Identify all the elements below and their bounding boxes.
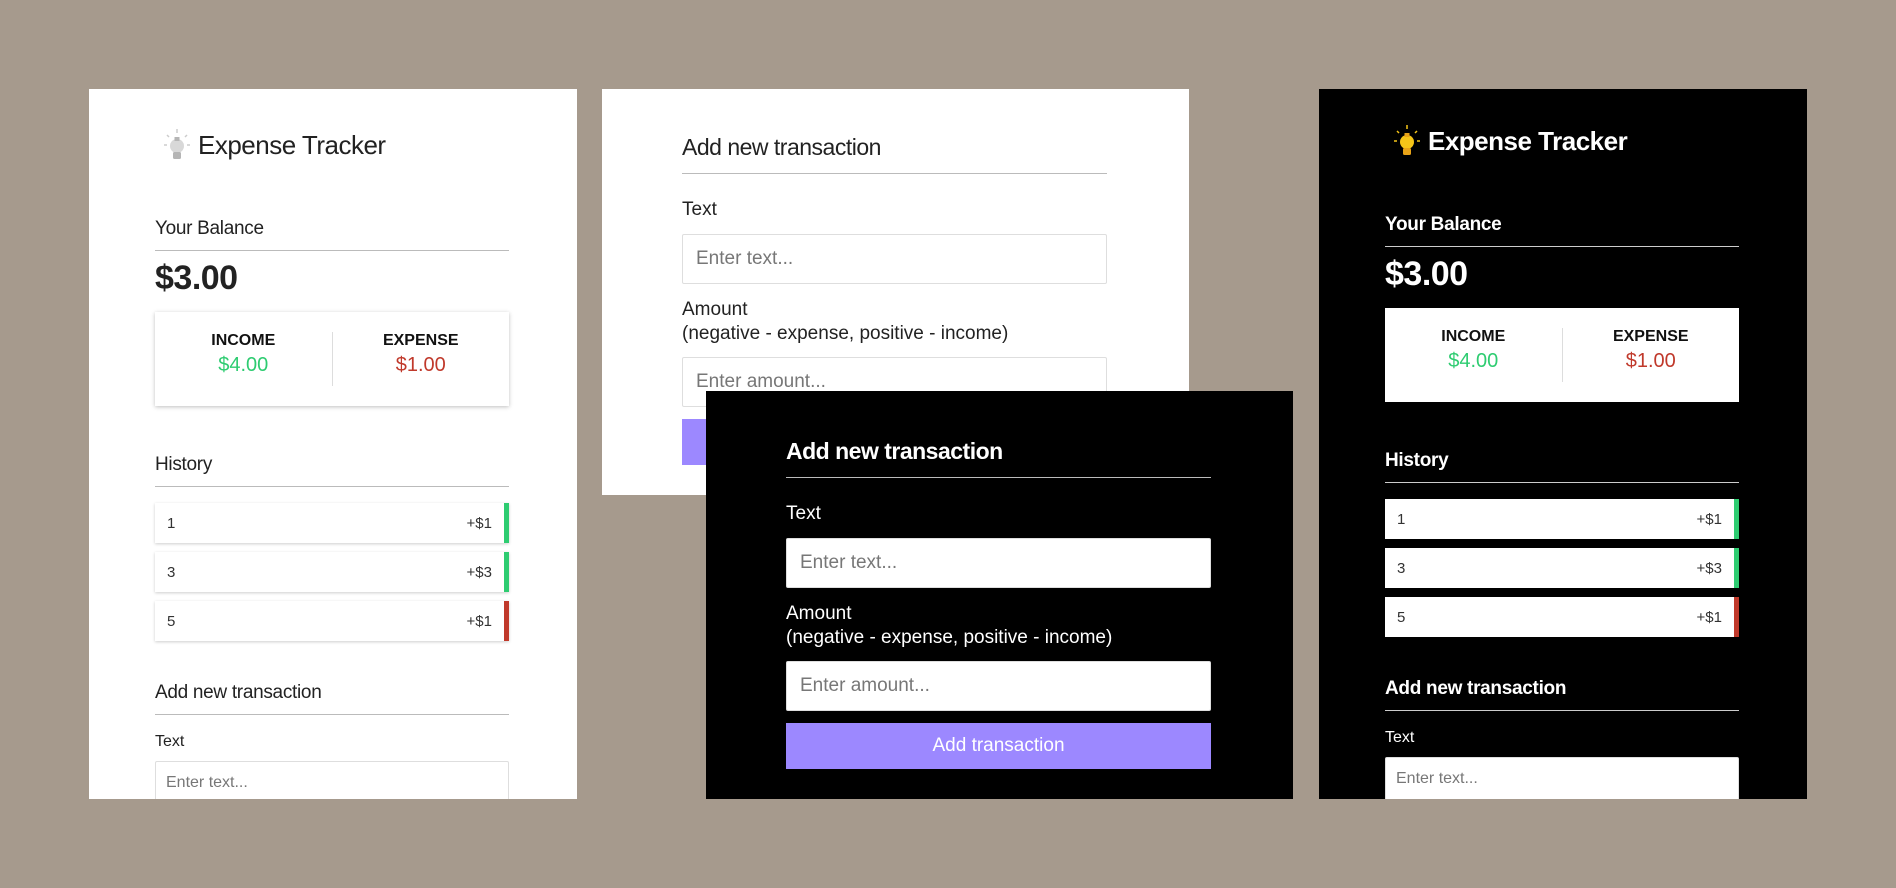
text-label: Text xyxy=(786,503,821,524)
text-label: Text xyxy=(1385,729,1415,746)
light-tracker-screen: Expense Tracker Your Balance $3.00 INCOM… xyxy=(89,89,577,799)
history-heading: History xyxy=(1385,450,1739,483)
history-item-text: 3 xyxy=(1397,559,1406,577)
history-item-text: 3 xyxy=(167,563,176,581)
amount-label-text: Amount xyxy=(682,298,748,320)
amount-label: Amount (negative - expense, positive - i… xyxy=(786,602,1211,650)
app-header: Expense Tracker xyxy=(162,127,386,163)
income-value: $4.00 xyxy=(218,354,269,376)
expense-label: EXPENSE xyxy=(1612,328,1689,345)
history-list: 1 +$1 3 +$3 5 +$1 xyxy=(155,503,509,641)
history-item[interactable]: 1 +$1 xyxy=(155,503,509,543)
history-item[interactable]: 5 +$1 xyxy=(155,601,509,641)
amount-hint: (negative - expense, positive - income) xyxy=(682,322,1009,344)
history-item-text: 1 xyxy=(1397,510,1406,528)
income-value: $4.00 xyxy=(1448,350,1499,372)
add-transaction-heading: Add new transaction xyxy=(682,134,1107,174)
balance-value: $3.00 xyxy=(155,259,238,297)
balance-heading: Your Balance xyxy=(155,218,509,251)
history-item-amount: +$3 xyxy=(1696,559,1722,577)
history-item[interactable]: 3 +$3 xyxy=(1385,548,1739,588)
lightbulb-on-icon[interactable] xyxy=(1392,123,1422,159)
text-label: Text xyxy=(682,199,717,220)
app-title: Expense Tracker xyxy=(1428,125,1628,156)
lightbulb-off-icon[interactable] xyxy=(162,127,192,163)
add-transaction-heading: Add new transaction xyxy=(155,682,509,715)
amount-label-text: Amount xyxy=(786,602,852,624)
history-heading: History xyxy=(155,454,509,487)
income-expense-card: INCOME $4.00 EXPENSE $1.00 xyxy=(1385,308,1739,402)
history-item-amount: +$1 xyxy=(1696,510,1722,528)
history-item-amount: +$1 xyxy=(466,514,492,532)
balance-value: $3.00 xyxy=(1385,255,1468,293)
dark-form-screen: Add new transaction Text Amount (negativ… xyxy=(706,391,1293,799)
history-item-amount: +$1 xyxy=(466,612,492,630)
expense-column: EXPENSE $1.00 xyxy=(331,332,510,386)
balance-heading: Your Balance xyxy=(1385,214,1739,247)
expense-label: EXPENSE xyxy=(382,332,459,349)
dark-tracker-screen: Expense Tracker Your Balance $3.00 INCOM… xyxy=(1319,89,1807,799)
income-column: INCOME $4.00 xyxy=(1385,308,1562,402)
history-item-amount: +$1 xyxy=(1696,608,1722,626)
history-item-amount: +$3 xyxy=(466,563,492,581)
text-input[interactable] xyxy=(1385,757,1739,799)
income-label: INCOME xyxy=(211,332,276,349)
expense-column: EXPENSE $1.00 xyxy=(1561,328,1740,382)
add-transaction-heading: Add new transaction xyxy=(1385,678,1739,711)
expense-value: $1.00 xyxy=(395,354,446,376)
amount-input[interactable] xyxy=(786,661,1211,712)
history-list: 1 +$1 3 +$3 5 +$1 xyxy=(1385,499,1739,637)
history-item[interactable]: 3 +$3 xyxy=(155,552,509,592)
history-item[interactable]: 5 +$1 xyxy=(1385,597,1739,637)
history-item-text: 5 xyxy=(167,612,176,630)
history-item-text: 5 xyxy=(1397,608,1406,626)
text-label: Text xyxy=(155,733,185,750)
history-item-text: 1 xyxy=(167,514,176,532)
text-input[interactable] xyxy=(155,761,509,799)
expense-value: $1.00 xyxy=(1625,350,1676,372)
text-input[interactable] xyxy=(682,233,1107,284)
add-transaction-heading: Add new transaction xyxy=(786,438,1211,478)
add-transaction-button[interactable]: Add transaction xyxy=(786,723,1211,770)
text-input[interactable] xyxy=(786,537,1211,588)
history-item[interactable]: 1 +$1 xyxy=(1385,499,1739,539)
amount-label: Amount (negative - expense, positive - i… xyxy=(682,298,1107,346)
income-column: INCOME $4.00 xyxy=(155,312,332,406)
income-expense-card: INCOME $4.00 EXPENSE $1.00 xyxy=(155,312,509,406)
amount-hint: (negative - expense, positive - income) xyxy=(786,626,1113,648)
app-title: Expense Tracker xyxy=(198,129,386,160)
income-label: INCOME xyxy=(1441,328,1506,345)
app-header: Expense Tracker xyxy=(1392,123,1628,159)
